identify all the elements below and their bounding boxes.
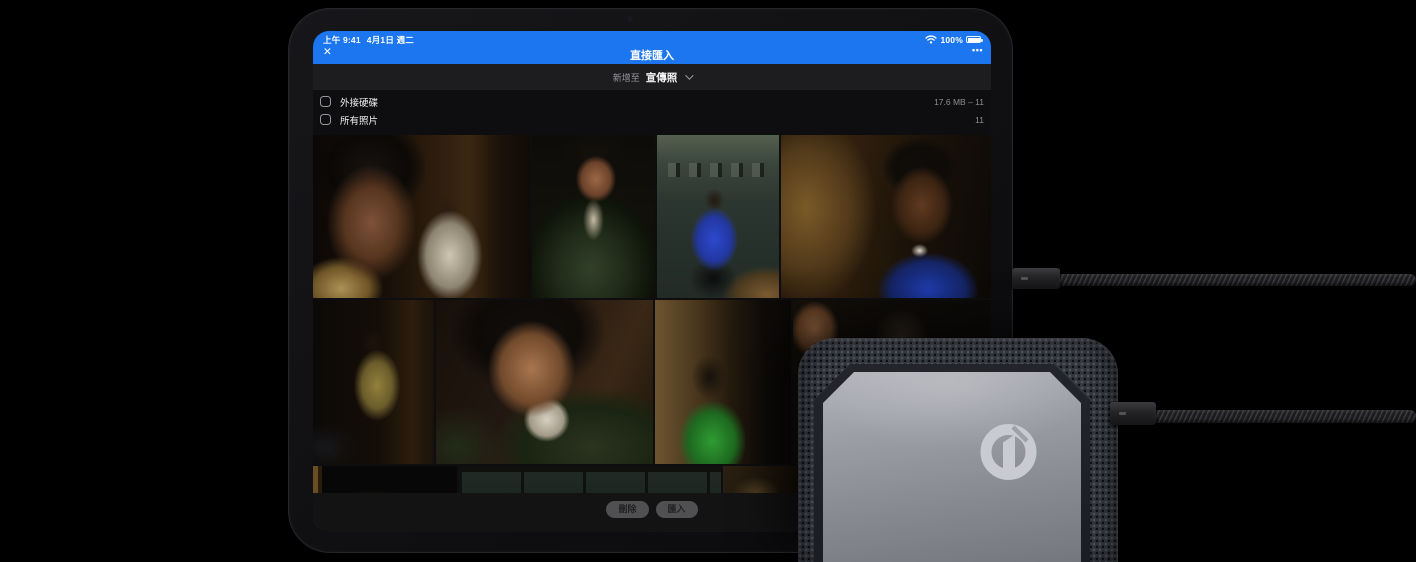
album-name: 宣傳照 (646, 70, 678, 85)
source-label: 外接硬碟 (340, 95, 378, 109)
source-row-external-drive[interactable]: 外接硬碟 17.6 MB – 11 (313, 93, 991, 110)
ssd-metal-plate (823, 372, 1081, 562)
status-bar: 上午 9:41 4月1日 週二 100% (313, 31, 991, 45)
photo-thumbnail[interactable] (657, 135, 779, 298)
g-drive-logo-icon (980, 421, 1038, 483)
nav-bar: ✕ 直接匯入 ••• (313, 45, 991, 64)
photo-thumbnail[interactable] (781, 135, 991, 298)
import-header: 上午 9:41 4月1日 週二 100% ✕ (313, 31, 991, 64)
usb-c-connector (1012, 268, 1060, 289)
photo-thumbnail[interactable] (655, 300, 791, 464)
external-ssd (798, 338, 1118, 562)
source-label: 所有照片 (340, 113, 378, 127)
photo-thumbnail[interactable] (436, 300, 653, 464)
page-title: 直接匯入 (313, 47, 991, 63)
front-camera (628, 17, 632, 21)
more-icon[interactable]: ••• (972, 45, 983, 55)
usb-c-cable (1056, 274, 1416, 286)
usb-c-cable (1152, 410, 1416, 423)
photo-thumbnail[interactable] (532, 135, 655, 298)
wifi-icon (925, 35, 937, 44)
battery-full-icon (966, 36, 981, 44)
battery-percent: 100% (940, 35, 963, 45)
delete-button[interactable]: 刪除 (606, 501, 648, 518)
import-button[interactable]: 匯入 (656, 501, 698, 518)
status-time: 上午 9:41 (323, 34, 361, 46)
usb-c-connector (1110, 402, 1156, 425)
chevron-down-icon (685, 71, 693, 79)
photo-thumbnail[interactable] (313, 300, 434, 464)
album-prefix-label: 新增至 (613, 71, 640, 84)
photo-thumbnail[interactable] (313, 135, 530, 298)
album-selector[interactable]: 新增至 宣傳照 (313, 64, 991, 90)
marketing-scene: 上午 9:41 4月1日 週二 100% ✕ (0, 0, 1416, 562)
source-detail: 17.6 MB – 11 (934, 97, 984, 107)
checkbox-unchecked-icon[interactable] (320, 96, 331, 107)
status-date: 4月1日 週二 (367, 34, 414, 46)
checkbox-unchecked-icon[interactable] (320, 114, 331, 125)
source-row-all-photos[interactable]: 所有照片 11 (313, 111, 991, 128)
source-detail: 11 (975, 115, 984, 125)
